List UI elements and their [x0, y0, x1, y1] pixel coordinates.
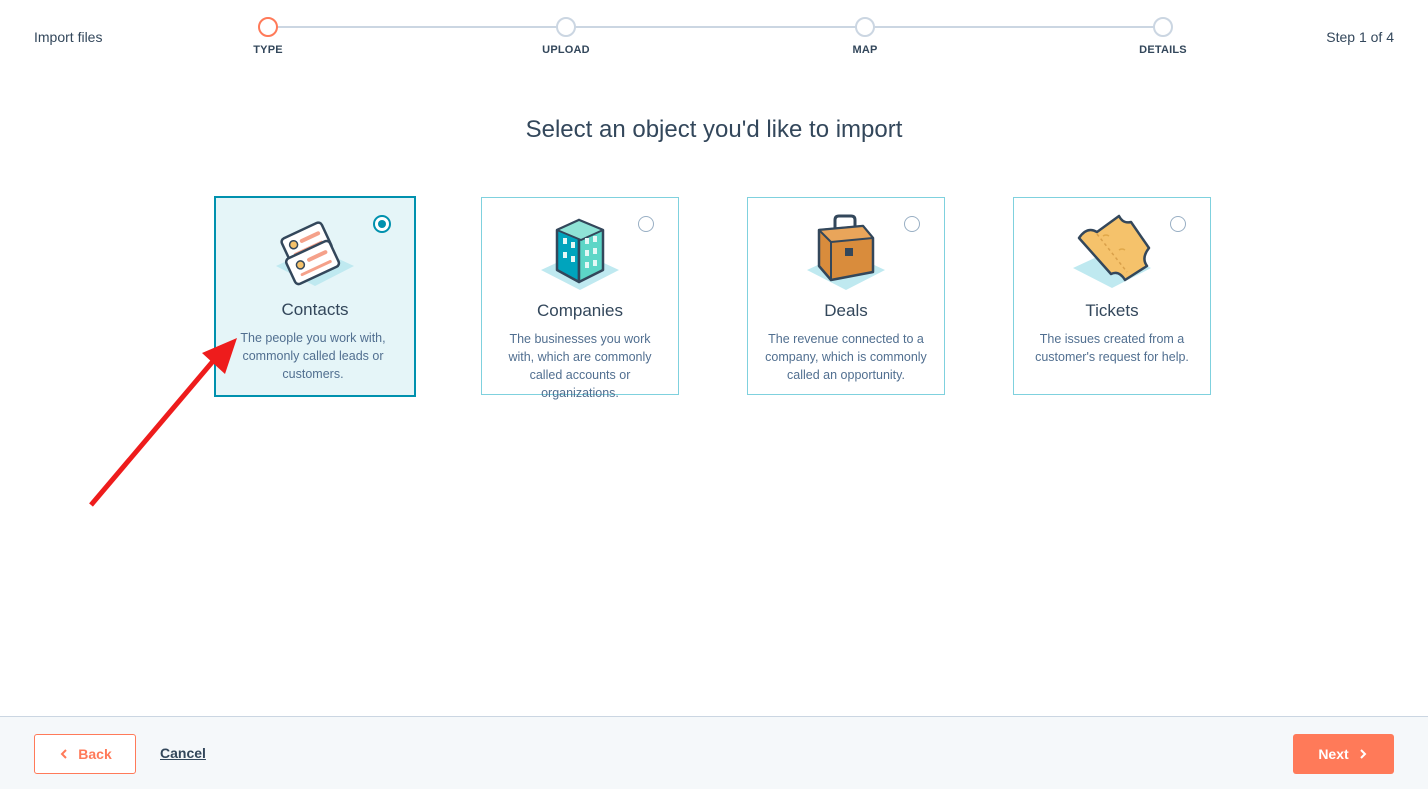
step-upload: UPLOAD: [506, 17, 626, 56]
section-heading: Select an object you'd like to import: [525, 116, 903, 143]
next-button-label: Next: [1318, 746, 1349, 762]
radio-button-selected[interactable]: [373, 215, 391, 233]
step-label: TYPE: [253, 44, 283, 56]
card-description: The people you work with, commonly calle…: [240, 331, 386, 381]
card-description: The issues created from a customer's req…: [1035, 332, 1189, 364]
step-label: UPLOAD: [542, 44, 590, 56]
chevron-left-icon: [60, 749, 67, 759]
card-title: Companies: [537, 301, 623, 320]
step-indicator: [855, 17, 875, 37]
next-button[interactable]: Next: [1293, 734, 1394, 774]
radio-button[interactable]: [638, 216, 654, 232]
step-counter: Step 1 of 4: [1326, 29, 1394, 45]
cancel-link[interactable]: Cancel: [160, 745, 206, 761]
back-button-label: Back: [78, 746, 112, 762]
option-card-companies[interactable]: Companies The businesses you work with, …: [481, 197, 679, 400]
card-title: Deals: [824, 301, 868, 320]
option-card-tickets[interactable]: Tickets The issues created from a custom…: [1013, 197, 1211, 395]
radio-button[interactable]: [904, 216, 920, 232]
contact-cards-icon: [276, 221, 354, 286]
card-description: The businesses you work with, which are …: [508, 332, 652, 400]
step-label: DETAILS: [1139, 44, 1187, 56]
progress-stepper: TYPE UPLOAD MAP DETAILS: [0, 0, 1428, 80]
step-label: MAP: [852, 44, 878, 56]
briefcase-icon: [807, 214, 885, 290]
step-indicator: [1153, 17, 1173, 37]
ticket-icon: [1073, 214, 1151, 288]
radio-button[interactable]: [1170, 216, 1186, 232]
stepper-track: [268, 26, 1164, 28]
step-indicator: [556, 17, 576, 37]
option-card-contacts[interactable]: Contacts The people you work with, commo…: [214, 196, 416, 397]
step-map: MAP: [805, 17, 925, 56]
step-indicator-active: [258, 17, 278, 37]
card-description: The revenue connected to a company, whic…: [765, 332, 927, 382]
chevron-right-icon: [1359, 749, 1367, 759]
back-button[interactable]: Back: [34, 734, 136, 774]
card-title: Contacts: [281, 300, 349, 319]
building-icon: [541, 218, 619, 290]
step-type: TYPE: [208, 17, 328, 56]
step-details: DETAILS: [1103, 17, 1223, 56]
footer-bar: Back Cancel Next: [0, 716, 1428, 789]
option-card-deals[interactable]: Deals The revenue connected to a company…: [747, 197, 945, 395]
card-title: Tickets: [1085, 301, 1139, 320]
